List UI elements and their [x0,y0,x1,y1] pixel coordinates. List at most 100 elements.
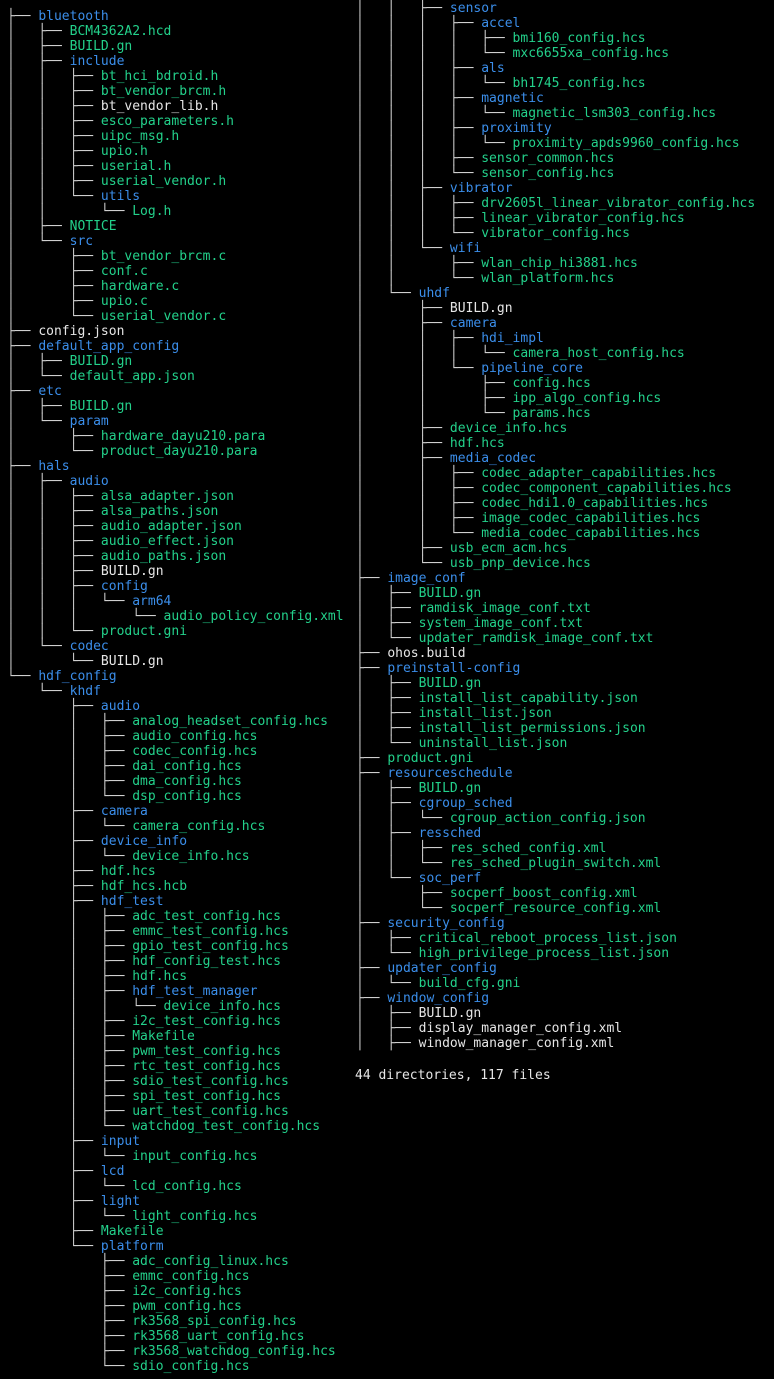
tree-row: │ └── src [7,234,93,249]
tree-guide: │ │ ├── [7,129,101,144]
tree-guide: │ │ ├── [356,466,482,481]
tree-directory-name: hdi_impl [481,331,544,346]
tree-file-name: pwm_config.hcs [132,1299,242,1314]
tree-file-name: display_manager_config.xml [418,1021,623,1036]
tree-row: │ └── socperf_resource_config.xml [356,901,661,916]
tree-row: │ └── watchdog_test_config.hcs [7,1119,320,1134]
tree-row: └── hdf_config [7,669,117,684]
tree-row: │ │ ├── uipc_msg.h [7,129,179,144]
tree-guide: │ │ └── [356,271,482,286]
tree-guide: ├── [7,1284,133,1299]
tree-guide: │ ├── [356,781,419,796]
tree-row: │ └── codec [7,639,109,654]
tree-file-name: high_privilege_process_list.json [418,946,670,961]
tree-directory-name: config [100,579,148,594]
tree-guide: │ ├── [7,429,101,444]
tree-row: │ ├── hardware.c [7,279,179,294]
tree-guide: │ │ ├── [7,69,101,84]
tree-file-name: NOTICE [69,219,117,234]
tree-file-name: BUILD.gn [449,301,513,316]
tree-guide: │ ├── [7,969,133,984]
tree-file-name: rk3568_spi_config.hcs [132,1314,297,1329]
tree-row: │ ├── BUILD.gn [356,676,481,691]
tree-guide: │ ├── [7,474,70,489]
tree-guide: │ │ │ └── [356,166,482,181]
tree-guide: │ │ └── [356,526,482,541]
tree-file-name: gpio_test_config.hcs [132,939,289,954]
tree-guide: │ ├── [356,586,419,601]
tree-file-name: socperf_resource_config.xml [449,901,662,916]
tree-row: │ ├── install_list_permissions.json [356,721,646,736]
tree-guide: │ │ ├── [356,841,450,856]
tree-row: ├── pwm_config.hcs [7,1299,242,1314]
tree-row: │ ├── BUILD.gn [7,399,132,414]
tree-row: │ │ │ ├── drv2605l_linear_vibrator_confi… [356,196,755,211]
tree-file-name: magnetic_lsm303_config.hcs [512,106,717,121]
tree-directory-name: camera [449,316,497,331]
tree-row: │ │ ├── userial_vendor.h [7,174,226,189]
tree-directory-name: security_config [387,916,505,931]
tree-guide: │ │ ├── [7,99,101,114]
tree-guide: │ ├── [7,954,133,969]
tree-guide: │ │ ├── [7,534,101,549]
tree-row: │ └── BUILD.gn [7,654,164,669]
tree-row: └── platform [7,1239,164,1254]
tree-directory-name: updater_config [387,961,497,976]
tree-guide: │ └── [7,444,101,459]
tree-file-name: wlan_chip_hi3881.hcs [481,256,638,271]
tree-file-name: window_manager_config.xml [418,1036,615,1051]
tree-file-name: sensor_config.hcs [481,166,615,181]
tree-file-name: uart_test_config.hcs [132,1104,289,1119]
tree-file-name: upio.h [100,144,148,159]
tree-file-name: hardware.c [100,279,180,294]
tree-directory-name: vibrator [449,181,513,196]
tree-file-name: watchdog_test_config.hcs [132,1119,321,1134]
tree-row: │ ├── sdio_test_config.hcs [7,1074,289,1089]
tree-guide: │ ├── [356,706,419,721]
tree-file-name: socperf_boost_config.xml [449,886,638,901]
tree-guide: └── [7,1239,101,1254]
tree-summary: 44 directories, 117 files [355,1068,551,1083]
tree-guide: │ │ └── [356,856,450,871]
tree-guide: │ ├── [7,279,101,294]
tree-row: ├── image_conf [356,571,466,586]
tree-row: │ │ └── device_info.hcs [7,999,281,1014]
tree-pane-right: │ │ ├── sensor │ │ │ ├── accel │ │ │ │ ├──… [356,0,774,1379]
tree-file-name: drv2605l_linear_vibrator_config.hcs [481,196,756,211]
tree-guide: │ │ │ │ └── [356,136,513,151]
tree-guide: │ │ ├── [7,519,101,534]
tree-directory-name: cgroup_sched [418,796,513,811]
tree-row: │ ├── adc_test_config.hcs [7,909,281,924]
tree-guide: │ ├── [356,886,450,901]
tree-row: │ │ │ ├── magnetic [356,91,544,106]
tree-directory-name: etc [38,384,62,399]
tree-row: │ └── soc_perf [356,871,481,886]
tree-row: │ │ └── params.hcs [356,406,591,421]
tree-guide: │ └── [7,819,133,834]
tree-guide: │ ├── [7,1059,133,1074]
tree-row: │ ├── device_info.hcs [356,421,567,436]
tree-row: │ │ ├── wlan_chip_hi3881.hcs [356,256,638,271]
tree-guide: ├── [7,1224,101,1239]
tree-guide: │ │ ├── [356,331,482,346]
tree-file-name: hdf.hcs [100,864,156,879]
tree-directory-name: accel [481,16,521,31]
tree-row: ├── hdf_test [7,894,164,909]
tree-file-name: emmc_test_config.hcs [132,924,289,939]
tree-guide: │ │ ├── [356,481,482,496]
tree-guide: │ ├── [7,774,133,789]
tree-guide: └── [7,1359,133,1374]
tree-file-name: vibrator_config.hcs [481,226,630,241]
tree-guide: │ │ │ └── [356,346,513,361]
tree-row: │ │ │ ├── sensor_common.hcs [356,151,614,166]
tree-file-name: codec_component_capabilities.hcs [481,481,732,496]
tree-file-name: pwm_test_config.hcs [132,1044,281,1059]
tree-row: │ ├── camera [356,316,497,331]
tree-file-name: sensor_common.hcs [481,151,615,166]
tree-directory-name: arm64 [132,594,172,609]
tree-row: │ │ │ └── arm64 [7,594,171,609]
tree-guide: │ │ │ ├── [356,196,482,211]
tree-row: │ │ │ │ └── mxc6655xa_config.hcs [356,46,669,61]
tree-file-name: camera_config.hcs [132,819,266,834]
tree-file-name: dai_config.hcs [132,759,242,774]
